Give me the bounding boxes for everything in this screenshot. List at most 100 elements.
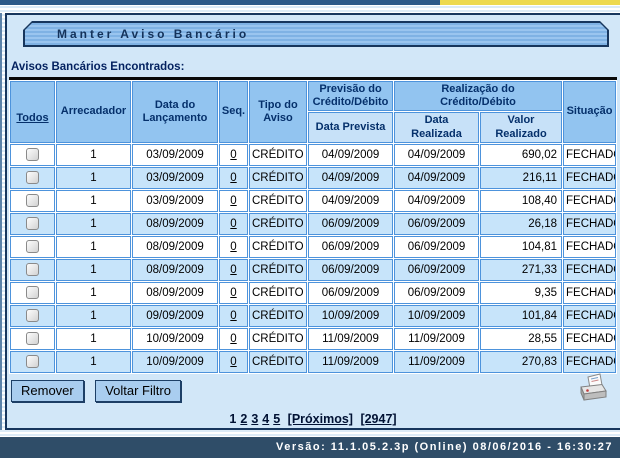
cell-situacao: FECHADO [563,167,616,189]
seq-link[interactable]: 0 [230,310,236,322]
row-checkbox[interactable] [26,309,39,322]
cell-data-lancamento: 03/09/2009 [132,167,218,189]
col-header-todos: Todos [10,81,55,143]
cell-tipo-aviso: CRÉDITO [249,167,307,189]
cell-valor-realizado: 270,83 [480,351,562,373]
page-link[interactable]: 2 [240,412,247,426]
cell-data-lancamento: 09/09/2009 [132,305,218,327]
section-label: Avisos Bancários Encontrados: [11,61,617,73]
seq-link[interactable]: 0 [230,287,236,299]
table-row: 110/09/20090CRÉDITO11/09/200911/09/20092… [10,328,616,350]
cell-arrecadador: 1 [56,305,131,327]
cell-data-realizada: 06/09/2009 [394,282,479,304]
cell-valor-realizado: 9,35 [480,282,562,304]
cell-situacao: FECHADO [563,282,616,304]
table-row: 108/09/20090CRÉDITO06/09/200906/09/20099… [10,282,616,304]
cell-data-realizada: 04/09/2009 [394,167,479,189]
cell-arrecadador: 1 [56,282,131,304]
pagination-pages: 2345 [238,412,282,426]
seq-link[interactable]: 0 [230,264,236,276]
cell-data-prevista: 06/09/2009 [308,259,393,281]
row-checkbox[interactable] [26,148,39,161]
cell-data-lancamento: 08/09/2009 [132,259,218,281]
page-link[interactable]: 5 [273,412,280,426]
cell-arrecadador: 1 [56,144,131,166]
footer-version-bar: Versão: 11.1.05.2.3p (Online) 08/06/2016… [0,437,620,458]
select-all-link[interactable]: Todos [16,112,48,124]
col-group-previsao: Previsão do Crédito/Débito [308,81,393,111]
col-header-seq: Seq. [219,81,248,143]
cell-arrecadador: 1 [56,328,131,350]
row-checkbox[interactable] [26,240,39,253]
cell-arrecadador: 1 [56,236,131,258]
cell-data-lancamento: 08/09/2009 [132,236,218,258]
cell-tipo-aviso: CRÉDITO [249,282,307,304]
cell-data-realizada: 11/09/2009 [394,351,479,373]
col-header-data-realizada: Data Realizada [394,112,479,142]
row-checkbox[interactable] [26,286,39,299]
page-content: Manter Aviso Bancário Avisos Bancários E… [5,13,620,430]
seq-link[interactable]: 0 [230,195,236,207]
row-checkbox[interactable] [26,355,39,368]
table-row: 103/09/20090CRÉDITO04/09/200904/09/20096… [10,144,616,166]
cell-tipo-aviso: CRÉDITO [249,259,307,281]
cell-valor-realizado: 108,40 [480,190,562,212]
cell-data-realizada: 04/09/2009 [394,190,479,212]
cell-data-prevista: 06/09/2009 [308,236,393,258]
cell-data-prevista: 11/09/2009 [308,351,393,373]
cell-valor-realizado: 104,81 [480,236,562,258]
col-group-realizacao: Realização do Crédito/Débito [394,81,562,111]
last-page-link[interactable]: [2947] [360,412,396,426]
cell-arrecadador: 1 [56,190,131,212]
seq-link[interactable]: 0 [230,149,236,161]
cell-situacao: FECHADO [563,259,616,281]
row-checkbox[interactable] [26,217,39,230]
page-link[interactable]: 4 [262,412,269,426]
cell-tipo-aviso: CRÉDITO [249,190,307,212]
seq-link[interactable]: 0 [230,241,236,253]
table-row: 108/09/20090CRÉDITO06/09/200906/09/20091… [10,236,616,258]
row-checkbox[interactable] [26,171,39,184]
table-row: 103/09/20090CRÉDITO04/09/200904/09/20092… [10,167,616,189]
cell-data-realizada: 06/09/2009 [394,236,479,258]
col-header-data-lancamento: Data do Lançamento [132,81,218,143]
next-pages-link[interactable]: [Próximos] [288,412,353,426]
cell-data-realizada: 06/09/2009 [394,213,479,235]
cell-data-prevista: 06/09/2009 [308,213,393,235]
cell-valor-realizado: 26,18 [480,213,562,235]
cell-arrecadador: 1 [56,213,131,235]
row-checkbox[interactable] [26,194,39,207]
cell-data-lancamento: 03/09/2009 [132,144,218,166]
row-checkbox[interactable] [26,263,39,276]
table-row: 109/09/20090CRÉDITO10/09/200910/09/20091… [10,305,616,327]
avisos-table: Todos Arrecadador Data do Lançamento Seq… [9,77,617,374]
page-link[interactable]: 3 [251,412,258,426]
cell-arrecadador: 1 [56,167,131,189]
table-body: 103/09/20090CRÉDITO04/09/200904/09/20096… [10,144,616,373]
table-row: 103/09/20090CRÉDITO04/09/200904/09/20091… [10,190,616,212]
seq-link[interactable]: 0 [230,172,236,184]
cell-tipo-aviso: CRÉDITO [249,328,307,350]
col-header-tipo-aviso: Tipo do Aviso [249,81,307,143]
current-page: 1 [229,412,236,426]
version-text: Versão: 11.1.05.2.3p (Online) 08/06/2016… [276,441,613,453]
voltar-filtro-button[interactable]: Voltar Filtro [95,380,181,402]
cell-data-realizada: 10/09/2009 [394,305,479,327]
cell-situacao: FECHADO [563,190,616,212]
cell-data-realizada: 11/09/2009 [394,328,479,350]
table-row: 108/09/20090CRÉDITO06/09/200906/09/20092… [10,259,616,281]
seq-link[interactable]: 0 [230,333,236,345]
cell-data-prevista: 04/09/2009 [308,190,393,212]
col-header-situacao: Situação [563,81,616,143]
cell-valor-realizado: 101,84 [480,305,562,327]
printer-icon[interactable] [575,373,609,408]
cell-data-prevista: 11/09/2009 [308,328,393,350]
cell-situacao: FECHADO [563,328,616,350]
pagination: 12345 [Próximos] [2947] [9,412,617,426]
page-title: Manter Aviso Bancário [25,27,249,41]
seq-link[interactable]: 0 [230,356,236,368]
seq-link[interactable]: 0 [230,218,236,230]
collapsed-left-rail[interactable] [0,13,2,430]
remover-button[interactable]: Remover [11,380,84,402]
row-checkbox[interactable] [26,332,39,345]
